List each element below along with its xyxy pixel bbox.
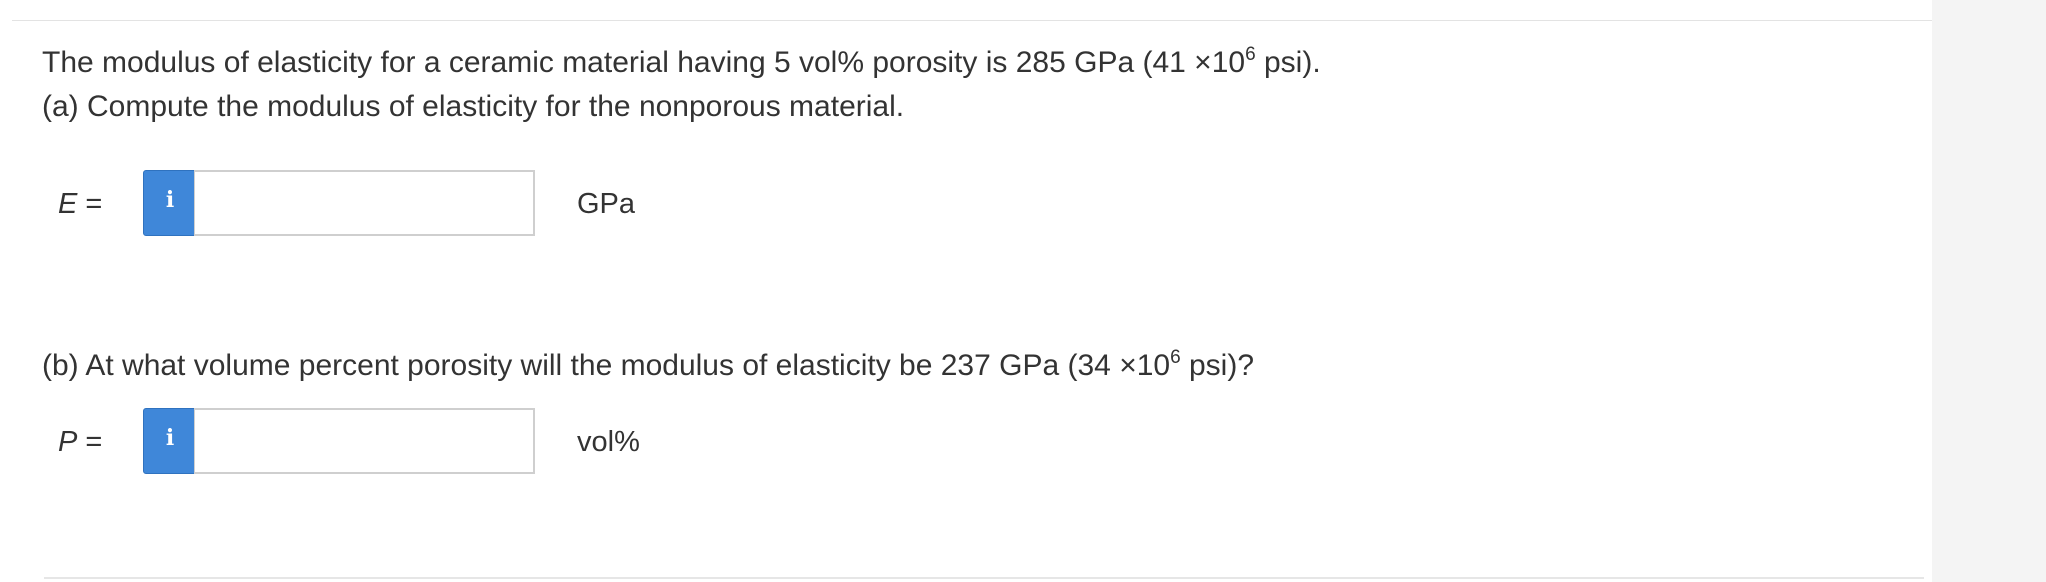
question-intro-exponent: 6 [1245,44,1256,65]
variable-symbol-e: E [58,188,78,220]
info-button-a[interactable]: i [143,170,195,236]
info-button-b[interactable]: i [143,408,195,474]
question-intro-text: The modulus of elasticity for a ceramic … [42,46,1246,79]
variable-symbol-p: P [58,426,78,458]
variable-label-e: E = [58,186,102,222]
question-intro: The modulus of elasticity for a ceramic … [42,41,1321,85]
info-icon: i [165,425,175,451]
question-part-a: (a) Compute the modulus of elasticity fo… [42,90,905,123]
unit-label-vol-percent: vol% [577,426,640,458]
page: The modulus of elasticity for a ceramic … [0,0,2046,582]
equals-sign-p: = [77,426,103,458]
variable-label-p: P = [58,424,102,460]
bottom-divider [44,577,1924,579]
answer-input-e[interactable] [194,170,535,236]
answer-input-p[interactable] [194,408,535,474]
equals-sign-e: = [77,188,103,220]
info-icon: i [165,187,175,213]
answer-row-a: E = i GPa [0,170,1920,236]
right-gutter [1932,0,2046,582]
question-intro-suffix: psi). [1255,46,1321,79]
unit-label-gpa: GPa [577,188,636,220]
question-part-b: (b) At what volume percent porosity will… [42,344,1254,388]
question-part-b-exponent: 6 [1170,347,1181,368]
answer-row-b: P = i vol% [0,408,1920,474]
question-part-b-text: (b) At what volume percent porosity will… [42,349,1171,382]
top-divider [12,20,1932,21]
question-part-b-suffix: psi)? [1180,349,1255,382]
